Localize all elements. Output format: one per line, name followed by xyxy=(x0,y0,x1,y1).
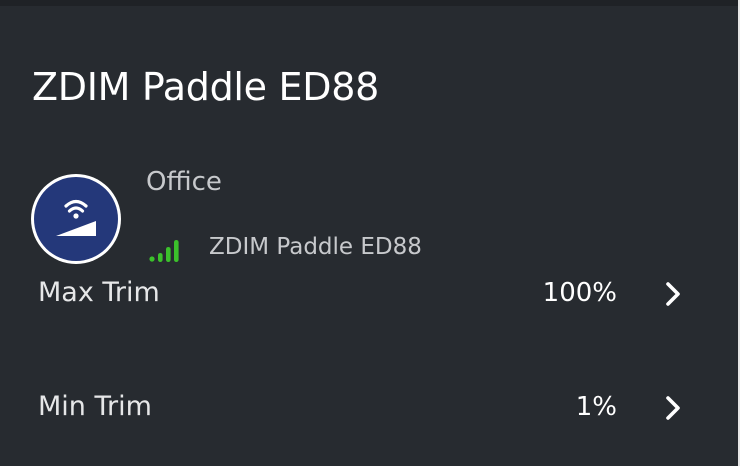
max-trim-row[interactable]: Max Trim 100% xyxy=(0,268,738,318)
wireless-dimmer-icon xyxy=(34,177,118,261)
min-trim-label: Min Trim xyxy=(38,391,152,422)
signal-strength-icon xyxy=(149,240,179,262)
min-trim-value: 1% xyxy=(575,392,617,422)
min-trim-row[interactable]: Min Trim 1% xyxy=(0,382,738,432)
chevron-right-icon[interactable] xyxy=(662,280,684,308)
page-title: ZDIM Paddle ED88 xyxy=(32,65,379,109)
max-trim-label: Max Trim xyxy=(38,277,160,308)
device-avatar xyxy=(31,174,121,264)
top-strip xyxy=(0,0,740,6)
room-name: Office xyxy=(146,167,222,197)
wireless-dimmer-glyph xyxy=(56,199,96,236)
chevron-right-icon[interactable] xyxy=(662,394,684,422)
device-name: ZDIM Paddle ED88 xyxy=(209,234,422,260)
max-trim-value: 100% xyxy=(542,278,617,308)
